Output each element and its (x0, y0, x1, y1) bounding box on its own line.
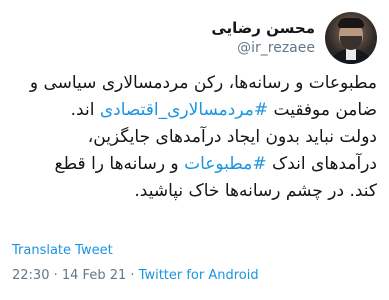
tweet-text: مطبوعات و رسانه‌ها، رکن مردمسالاری سیاسی… (12, 70, 377, 205)
tweet-header: محسن رضایی @ir_rezaee (12, 12, 377, 66)
hashtag-link[interactable]: #مردمسالاری_اقتصادی (100, 100, 268, 120)
tweet-line: مطبوعات و رسانه‌ها، رکن مردمسالاری سیاسی… (12, 70, 377, 97)
tweet-line: ضامن موفقیت #مردمسالاری_اقتصادی اند. (12, 97, 377, 124)
avatar[interactable] (325, 12, 377, 64)
avatar-hair (338, 18, 364, 28)
tweet-date[interactable]: 14 Feb 21 (62, 268, 126, 283)
translate-tweet-link[interactable]: Translate Tweet (12, 243, 113, 258)
avatar-beard (340, 36, 362, 50)
text-span: درآمدهای اندک (266, 154, 377, 174)
author-names[interactable]: محسن رضایی @ir_rezaee (211, 18, 315, 58)
text-span: مطبوعات و رسانه‌ها، رکن مردمسالاری سیاسی… (29, 73, 377, 93)
tweet-line: کند. در چشم رسانه‌ها خاک نپاشید. (12, 178, 377, 205)
text-span: اند. (70, 100, 100, 120)
tweet-line: درآمدهای اندک #مطبوعات و رسانه‌ها را قطع (12, 151, 377, 178)
text-span: ضامن موفقیت (268, 100, 377, 120)
tweet-card: محسن رضایی @ir_rezaee مطبوعات و رسانه‌ها… (0, 0, 389, 300)
tweet-time[interactable]: 22:30 (12, 268, 49, 283)
tweet-meta: 22:30 · 14 Feb 21 · Twitter for Android (12, 268, 259, 283)
tweet-source-link[interactable]: Twitter for Android (139, 268, 259, 283)
meta-separator: · (126, 268, 139, 283)
display-name[interactable]: محسن رضایی (211, 18, 315, 38)
tweet-line: دولت نباید بدون ایجاد درآمدهای جایگزین، (12, 124, 377, 151)
text-span: کند. در چشم رسانه‌ها خاک نپاشید. (134, 181, 377, 201)
text-span: و رسانه‌ها را قطع (54, 154, 185, 174)
meta-separator: · (49, 268, 62, 283)
hashtag-link[interactable]: #مطبوعات (184, 154, 267, 174)
text-span: دولت نباید بدون ایجاد درآمدهای جایگزین، (87, 127, 377, 147)
username-handle[interactable]: @ir_rezaee (211, 38, 315, 58)
